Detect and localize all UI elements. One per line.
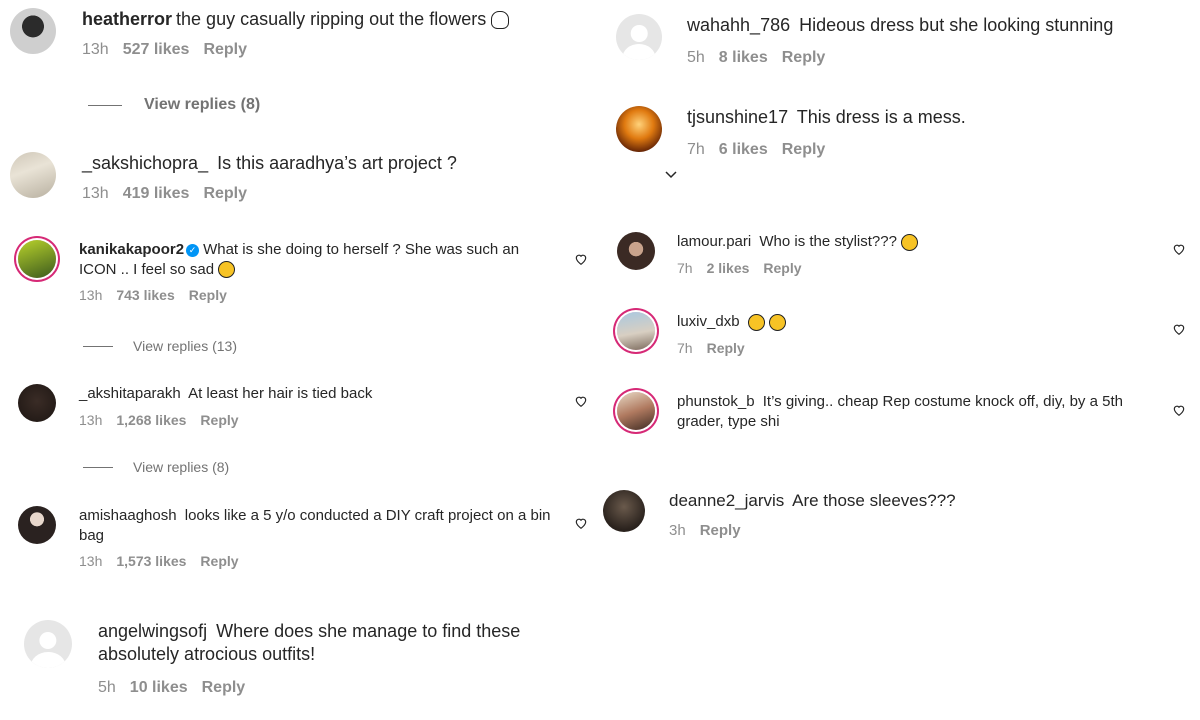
reply-button[interactable]: Reply (189, 287, 227, 303)
sad-face-emoji-icon (218, 261, 236, 279)
timestamp: 5h (98, 678, 116, 696)
view-replies-button[interactable]: View replies (8) (83, 459, 229, 475)
username[interactable]: luxiv_dxb (677, 313, 740, 330)
comment-body: Is this aaradhya’s art project ? (217, 153, 457, 173)
like-count[interactable]: 743 likes (116, 287, 174, 303)
skull-emoji-icon (491, 11, 510, 30)
heart-icon[interactable] (1172, 322, 1186, 336)
like-count[interactable]: 8 likes (719, 49, 768, 67)
like-count[interactable]: 419 likes (123, 185, 190, 203)
reply-button[interactable]: Reply (782, 49, 826, 67)
username[interactable]: wahahh_786 (687, 15, 790, 35)
verified-badge-icon: ✓ (186, 243, 200, 257)
divider (83, 345, 113, 347)
like-count[interactable]: 10 likes (130, 679, 188, 697)
heart-icon[interactable] (1172, 403, 1186, 417)
timestamp: 5h (687, 49, 705, 67)
reply-button[interactable]: Reply (707, 340, 745, 356)
chevron-down-icon[interactable] (664, 170, 678, 180)
like-count[interactable]: 1,268 likes (116, 412, 186, 428)
like-count[interactable]: 1,573 likes (116, 553, 186, 569)
sad-face-emoji-icon (768, 313, 786, 331)
timestamp: 7h (677, 259, 693, 276)
heart-icon[interactable] (574, 516, 588, 530)
divider (88, 104, 122, 106)
username[interactable]: _sakshichopra_ (82, 153, 208, 173)
avatar[interactable] (617, 392, 655, 430)
avatar[interactable] (616, 106, 662, 152)
comment-luxiv-dxb: luxiv_dxb 7h Reply (617, 312, 786, 356)
reply-button[interactable]: Reply (763, 260, 801, 276)
like-count[interactable]: 2 likes (707, 260, 750, 276)
reply-button[interactable]: Reply (202, 679, 246, 697)
comment-akshitaparakh: _akshitaparakh At least her hair is tied… (18, 384, 372, 428)
like-count[interactable]: 6 likes (719, 141, 768, 159)
avatar[interactable] (616, 14, 662, 60)
comment-deanne2-jarvis: deanne2_jarvis Are those sleeves??? 3h R… (603, 490, 956, 539)
timestamp: 13h (82, 41, 109, 59)
username[interactable]: heatherror (82, 9, 172, 29)
reply-button[interactable]: Reply (200, 553, 238, 569)
reply-button[interactable]: Reply (203, 41, 247, 59)
view-replies-button[interactable]: View replies (13) (83, 338, 237, 354)
reply-button[interactable]: Reply (700, 522, 741, 539)
comment-wahahh-786: wahahh_786 Hideous dress but she looking… (616, 14, 1113, 67)
sad-face-emoji-icon (747, 313, 765, 331)
surprised-face-emoji-icon (901, 233, 919, 251)
comment-body: Hideous dress but she looking stunning (799, 15, 1114, 35)
comment-phunstok-b: phunstok_b It’s giving.. cheap Rep costu… (617, 392, 1152, 431)
reply-button[interactable]: Reply (782, 141, 826, 159)
username[interactable]: angelwingsofj (98, 621, 207, 641)
timestamp: 7h (687, 141, 705, 159)
like-count[interactable]: 527 likes (123, 41, 190, 59)
comment-body: the guy casually ripping out the flowers (176, 9, 487, 29)
comment-kanikakapoor2: kanikakapoor2 ✓ What is she doing to herse… (18, 240, 549, 303)
timestamp: 7h (677, 339, 693, 356)
timestamp: 13h (79, 553, 103, 569)
avatar[interactable] (10, 152, 56, 198)
comment-body: At least her hair is tied back (188, 385, 373, 402)
username[interactable]: tjsunshine17 (687, 107, 788, 127)
comment-heatherror: heatherror the guy casually ripping out t… (10, 8, 510, 59)
username[interactable]: kanikakapoor2 (79, 241, 184, 258)
comment-angelwingsofj: angelwingsofj Where does she manage to f… (24, 620, 598, 697)
username[interactable]: amishaaghosh (79, 507, 177, 524)
comment-lamour-pari: lamour.pari Who is the stylist??? 7h 2 l… (617, 232, 919, 276)
heart-icon[interactable] (1172, 242, 1186, 256)
comment-text: heatherror the guy casually ripping out t… (82, 8, 510, 31)
avatar[interactable] (18, 240, 56, 278)
username[interactable]: lamour.pari (677, 233, 751, 250)
reply-button[interactable]: Reply (203, 185, 247, 203)
timestamp: 13h (82, 185, 109, 203)
avatar[interactable] (617, 312, 655, 350)
divider (83, 466, 113, 468)
timestamp: 13h (79, 411, 103, 428)
heart-icon[interactable] (574, 394, 588, 408)
avatar[interactable] (24, 620, 72, 668)
heart-icon[interactable] (574, 252, 588, 266)
avatar[interactable] (18, 384, 56, 422)
avatar[interactable] (10, 8, 56, 54)
username[interactable]: deanne2_jarvis (669, 491, 784, 510)
avatar[interactable] (617, 232, 655, 270)
comment-tjsunshine17: tjsunshine17 This dress is a mess. 7h 6 … (616, 106, 966, 159)
timestamp: 3h (669, 522, 686, 540)
comment-body: Who is the stylist??? (759, 233, 897, 250)
username[interactable]: _akshitaparakh (79, 385, 181, 402)
avatar[interactable] (18, 506, 56, 544)
comment-sakshichopra: _sakshichopra_ Is this aaradhya’s art pr… (10, 152, 457, 203)
comment-body: This dress is a mess. (796, 107, 966, 127)
comment-body: Are those sleeves??? (792, 491, 956, 510)
avatar[interactable] (603, 490, 645, 532)
username[interactable]: phunstok_b (677, 393, 755, 410)
reply-button[interactable]: Reply (200, 412, 238, 428)
comment-amishaaghosh: amishaaghosh looks like a 5 y/o conducte… (18, 506, 559, 569)
view-replies-button[interactable]: View replies (8) (88, 96, 260, 114)
comment-meta: 13h 527 likes Reply (82, 41, 509, 59)
timestamp: 13h (79, 287, 103, 303)
